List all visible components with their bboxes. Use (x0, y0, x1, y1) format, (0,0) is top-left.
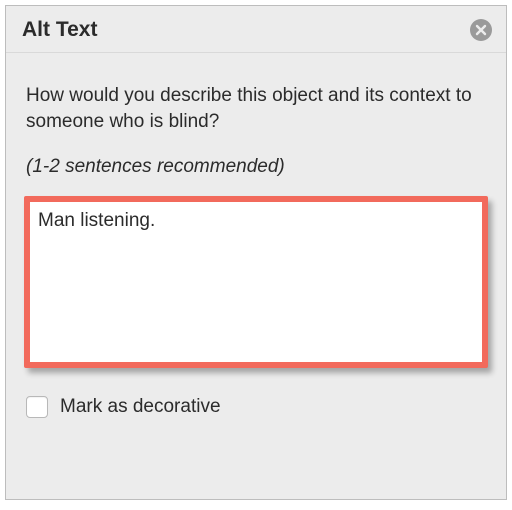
hint-text: (1-2 sentences recommended) (26, 156, 486, 178)
close-button[interactable] (470, 19, 492, 41)
alt-text-input[interactable] (30, 202, 482, 362)
decorative-checkbox-label: Mark as decorative (60, 396, 221, 418)
decorative-checkbox-row: Mark as decorative (26, 396, 486, 418)
panel-content: How would you describe this object and i… (6, 53, 506, 418)
alt-text-panel: Alt Text How would you describe this obj… (5, 5, 507, 500)
textarea-highlight (24, 196, 488, 368)
close-icon (475, 24, 487, 36)
panel-title: Alt Text (22, 18, 97, 42)
panel-header: Alt Text (6, 6, 506, 53)
prompt-text: How would you describe this object and i… (26, 83, 486, 134)
decorative-checkbox[interactable] (26, 396, 48, 418)
